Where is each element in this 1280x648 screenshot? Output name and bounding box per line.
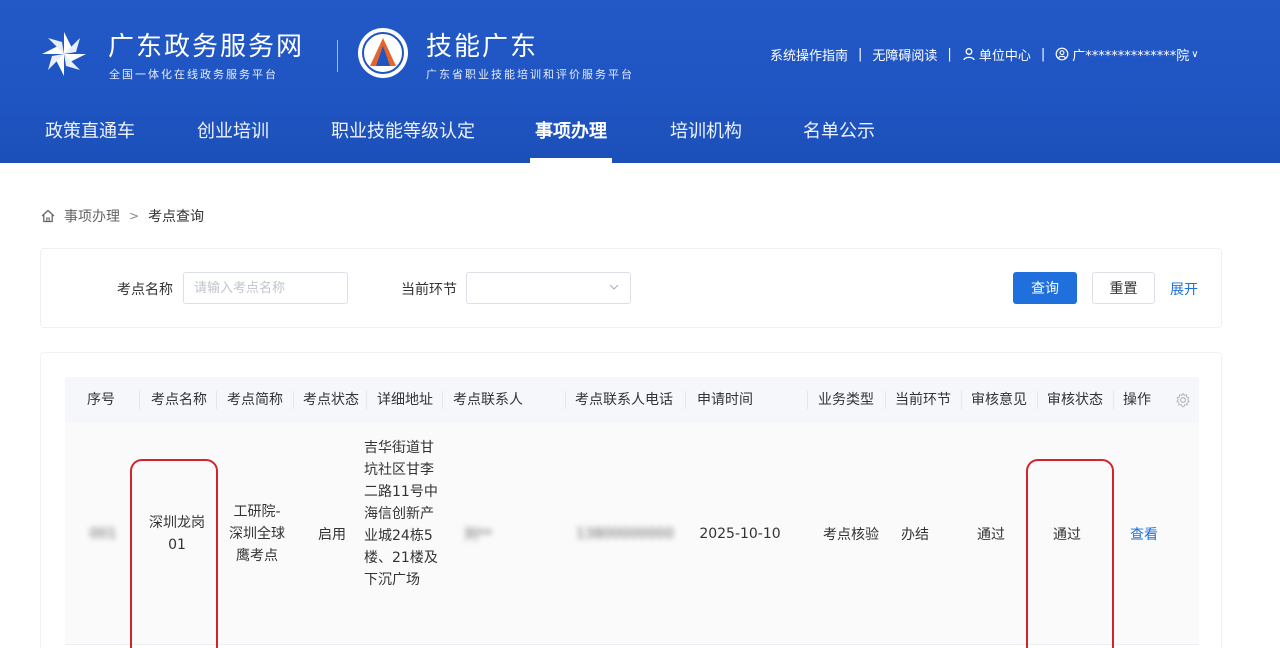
name-search-input[interactable]: [183, 272, 348, 304]
annotation-box-site-name: [130, 459, 218, 648]
guangdong-gov-logo-icon: [42, 32, 86, 76]
column-divider: [885, 391, 886, 409]
reset-button[interactable]: 重置: [1092, 272, 1155, 304]
stage-label: 当前环节: [401, 282, 457, 298]
column-divider: [366, 391, 367, 409]
chevron-down-icon[interactable]: ∨: [1191, 49, 1198, 60]
expand-link[interactable]: 展开: [1170, 279, 1198, 299]
apply-time: 2025-10-10: [699, 526, 781, 542]
column-header: 当前环节: [895, 392, 951, 408]
breadcrumb: 事项办理 > 考点查询: [40, 206, 204, 226]
column-divider: [685, 391, 686, 409]
guide-link[interactable]: 系统操作指南: [770, 45, 848, 64]
link-separator: |: [947, 46, 952, 62]
nav-item-public-list[interactable]: 名单公示: [803, 108, 875, 163]
contact-phone: 13800000000: [576, 526, 674, 542]
column-divider: [293, 391, 294, 409]
top-links: 系统操作指南 | 无障碍阅读 | 单位中心 | 广**************院…: [770, 44, 1199, 64]
audit-opinion: 通过: [977, 527, 1005, 543]
column-divider: [442, 391, 443, 409]
stage-select[interactable]: [466, 272, 631, 304]
column-header: 申请时间: [697, 392, 753, 408]
column-divider: [565, 391, 566, 409]
breadcrumb-current: 考点查询: [148, 209, 205, 225]
column-divider: [216, 391, 217, 409]
short-name-cell: 工研院-深圳全球鹰考点: [223, 423, 291, 645]
column-header: 考点状态: [303, 392, 359, 408]
account-circle-icon: [1055, 47, 1069, 61]
site-title: 广东政务服务网: [108, 32, 305, 62]
column-header: 详细地址: [377, 392, 433, 408]
business-type: 考点核验: [823, 527, 879, 543]
chevron-down-icon: [609, 284, 619, 290]
home-icon[interactable]: [40, 208, 56, 224]
nav-item-affairs[interactable]: 事项办理: [535, 108, 607, 163]
name-label: 考点名称: [117, 282, 173, 298]
column-divider: [139, 391, 140, 409]
view-link[interactable]: 查看: [1115, 423, 1173, 645]
column-divider: [1037, 391, 1038, 409]
nav-item-training-orgs[interactable]: 培训机构: [670, 108, 742, 163]
gear-icon[interactable]: [1175, 392, 1191, 408]
column-header: 操作: [1123, 392, 1151, 408]
brand-title: 技能广东: [426, 32, 539, 62]
site-address: 吉华街道甘坑社区甘李二路11号中海信创新产业城24栋5楼、21楼及下沉广场: [364, 440, 438, 588]
breadcrumb-separator: >: [129, 209, 140, 223]
site-subtitle: 全国一体化在线政务服务平台: [109, 68, 278, 81]
nav-item-policy[interactable]: 政策直通车: [45, 108, 135, 163]
unit-center-link[interactable]: 单位中心: [979, 45, 1031, 64]
nav-active-indicator: [530, 158, 612, 163]
column-divider: [961, 391, 962, 409]
column-header: 序号: [87, 392, 115, 408]
main-nav: 政策直通车 创业培训 职业技能等级认定 事项办理 培训机构 名单公示: [0, 108, 1280, 163]
nav-item-entrepreneurship[interactable]: 创业培训: [197, 108, 269, 163]
user-menu[interactable]: 广**************院: [1072, 45, 1189, 64]
contact-person: 刘**: [464, 527, 492, 543]
column-header: 业务类型: [818, 392, 874, 408]
column-header: 考点简称: [227, 392, 283, 408]
current-stage: 办结: [901, 527, 929, 543]
column-header: 考点名称: [151, 392, 207, 408]
link-separator: |: [858, 46, 863, 62]
breadcrumb-parent[interactable]: 事项办理: [64, 206, 120, 226]
column-header: 审核状态: [1047, 392, 1103, 408]
column-header: 审核意见: [971, 392, 1027, 408]
header-divider: [337, 40, 338, 72]
table-header: 序号 考点名称 考点简称 考点状态 详细地址 考点联系人 考点联系人电话 申请时…: [65, 377, 1199, 423]
column-header: 考点联系人电话: [575, 392, 673, 408]
column-header: 考点联系人: [453, 392, 523, 408]
query-button[interactable]: 查询: [1013, 272, 1077, 304]
user-icon: [963, 48, 975, 61]
column-divider: [807, 391, 808, 409]
link-separator: |: [1040, 46, 1046, 62]
accessible-reading-link[interactable]: 无障碍阅读: [872, 45, 937, 64]
brand-subtitle: 广东省职业技能培训和评价服务平台: [426, 68, 634, 81]
site-short-name: 工研院-深圳全球鹰考点: [229, 504, 285, 564]
top-header: 广东政务服务网 全国一体化在线政务服务平台 技能广东 广东省职业技能培训和评价服…: [0, 0, 1280, 163]
nav-item-skill-certification[interactable]: 职业技能等级认定: [331, 108, 475, 163]
search-panel: 考点名称 当前环节 查询 重置 展开: [40, 248, 1222, 328]
row-index: 001: [89, 526, 117, 542]
skills-guangdong-emblem-icon: [358, 28, 408, 78]
annotation-box-audit-status: [1026, 459, 1114, 648]
column-divider: [1113, 391, 1114, 409]
site-status: 启用: [318, 527, 346, 543]
